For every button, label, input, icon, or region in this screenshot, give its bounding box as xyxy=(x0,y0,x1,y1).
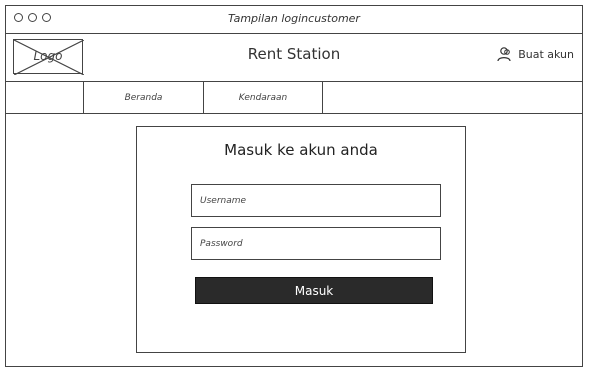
tab-beranda[interactable]: Beranda xyxy=(83,82,203,113)
title-bar: Tampilan logincustomer xyxy=(6,6,582,34)
signup-link[interactable]: Buat akun xyxy=(496,46,574,62)
site-header: Logo Rent Station Buat akun xyxy=(6,34,582,82)
window-title: Tampilan logincustomer xyxy=(228,12,360,25)
user-icon xyxy=(497,47,511,62)
signup-label: Buat akun xyxy=(518,47,574,61)
tab-kendaraan[interactable]: Kendaraan xyxy=(203,82,323,113)
browser-window: Tampilan logincustomer Logo Rent Station… xyxy=(5,5,583,367)
login-card: Masuk ke akun anda Masuk xyxy=(136,126,466,353)
login-title: Masuk ke akun anda xyxy=(224,141,378,159)
username-input[interactable] xyxy=(191,184,441,217)
login-button[interactable]: Masuk xyxy=(195,277,433,304)
password-input[interactable] xyxy=(191,227,441,260)
nav-bar: Beranda Kendaraan xyxy=(6,82,582,114)
